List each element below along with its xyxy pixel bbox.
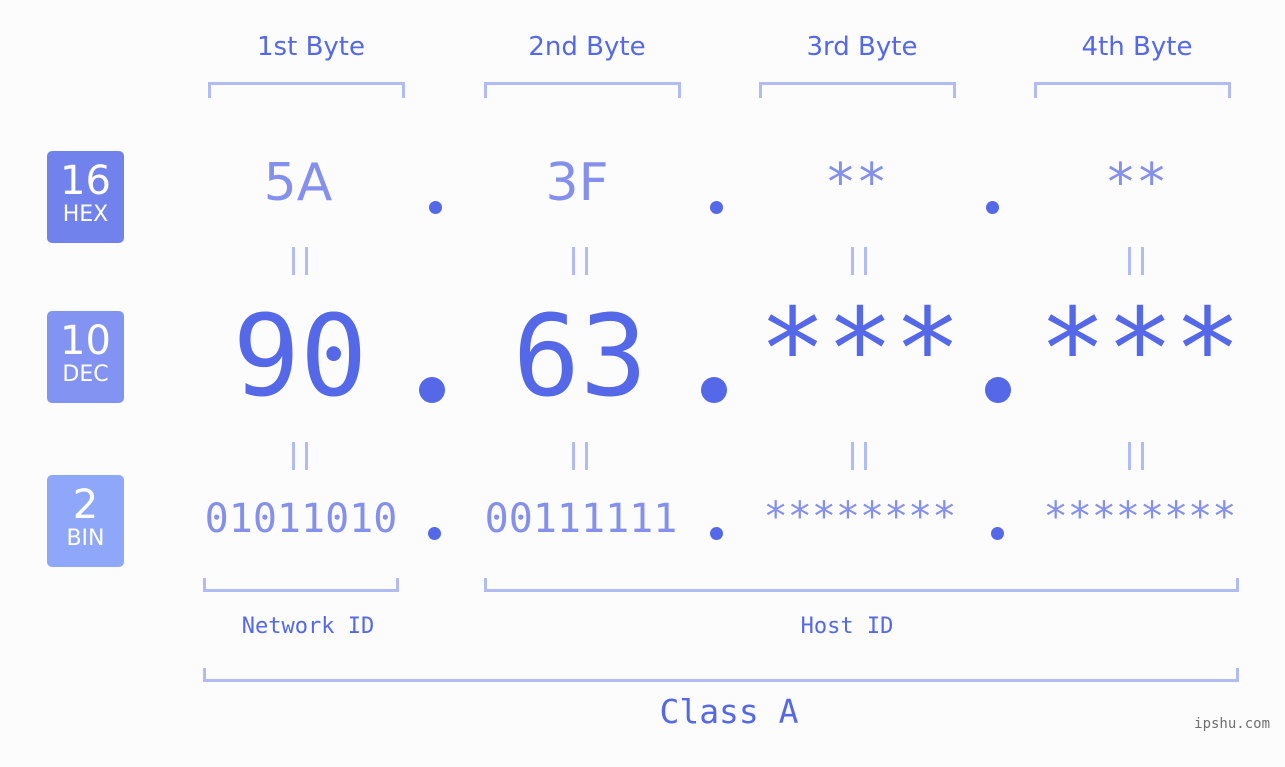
hex-value-1: 5A [263,153,333,213]
dec-badge: 10 DEC [47,311,124,403]
hex-separator-dot-2 [710,201,723,214]
network-id-bracket [203,578,399,592]
bin-value-3: ******** [763,494,957,540]
dec-value-1: 90 [232,292,368,422]
hex-badge-label: HEX [62,202,109,227]
class-label: Class A [659,692,799,731]
network-id-label: Network ID [241,614,375,639]
hex-value-3: ** [824,153,888,213]
hex-badge-base: 16 [60,158,111,204]
bin-value-1: 01011010 [204,496,398,542]
byte-bracket-1 [208,82,405,98]
bin-value-4: ******** [1043,494,1237,540]
hex-separator-dot-3 [986,201,999,214]
byte-title-2: 2nd Byte [528,32,646,62]
bin-badge-base: 2 [72,482,99,528]
dec-value-3: *** [758,285,962,415]
byte-title-4: 4th Byte [1081,32,1193,62]
dec-value-2: 63 [512,292,648,422]
bin-separator-dot-2 [710,527,723,540]
dec-badge-base: 10 [60,318,111,364]
equals-icon [572,442,588,470]
dec-value-4: *** [1038,285,1242,415]
hex-value-2: 3F [545,153,609,213]
bin-separator-dot-1 [428,527,441,540]
hex-separator-dot-1 [429,201,442,214]
equals-icon [292,247,308,275]
hex-badge: 16 HEX [47,151,124,243]
dec-separator-dot-1 [419,377,445,403]
host-id-label: Host ID [800,614,894,639]
equals-icon [1128,442,1144,470]
watermark: ipshu.com [1194,716,1270,732]
host-id-bracket [484,578,1239,592]
equals-icon [851,247,867,275]
equals-icon [572,247,588,275]
bin-badge-label: BIN [66,526,105,551]
byte-bracket-3 [759,82,956,98]
dec-separator-dot-2 [701,377,727,403]
byte-bracket-4 [1034,82,1231,98]
dec-separator-dot-3 [985,377,1011,403]
byte-title-1: 1st Byte [257,32,365,62]
hex-value-4: ** [1104,153,1168,213]
bin-value-2: 00111111 [484,496,678,542]
byte-bracket-2 [484,82,681,98]
dec-badge-label: DEC [62,362,109,387]
equals-icon [1128,247,1144,275]
equals-icon [292,442,308,470]
class-bracket [203,668,1239,682]
bin-separator-dot-3 [991,527,1004,540]
byte-title-3: 3rd Byte [806,32,918,62]
bin-badge: 2 BIN [47,475,124,567]
equals-icon [851,442,867,470]
